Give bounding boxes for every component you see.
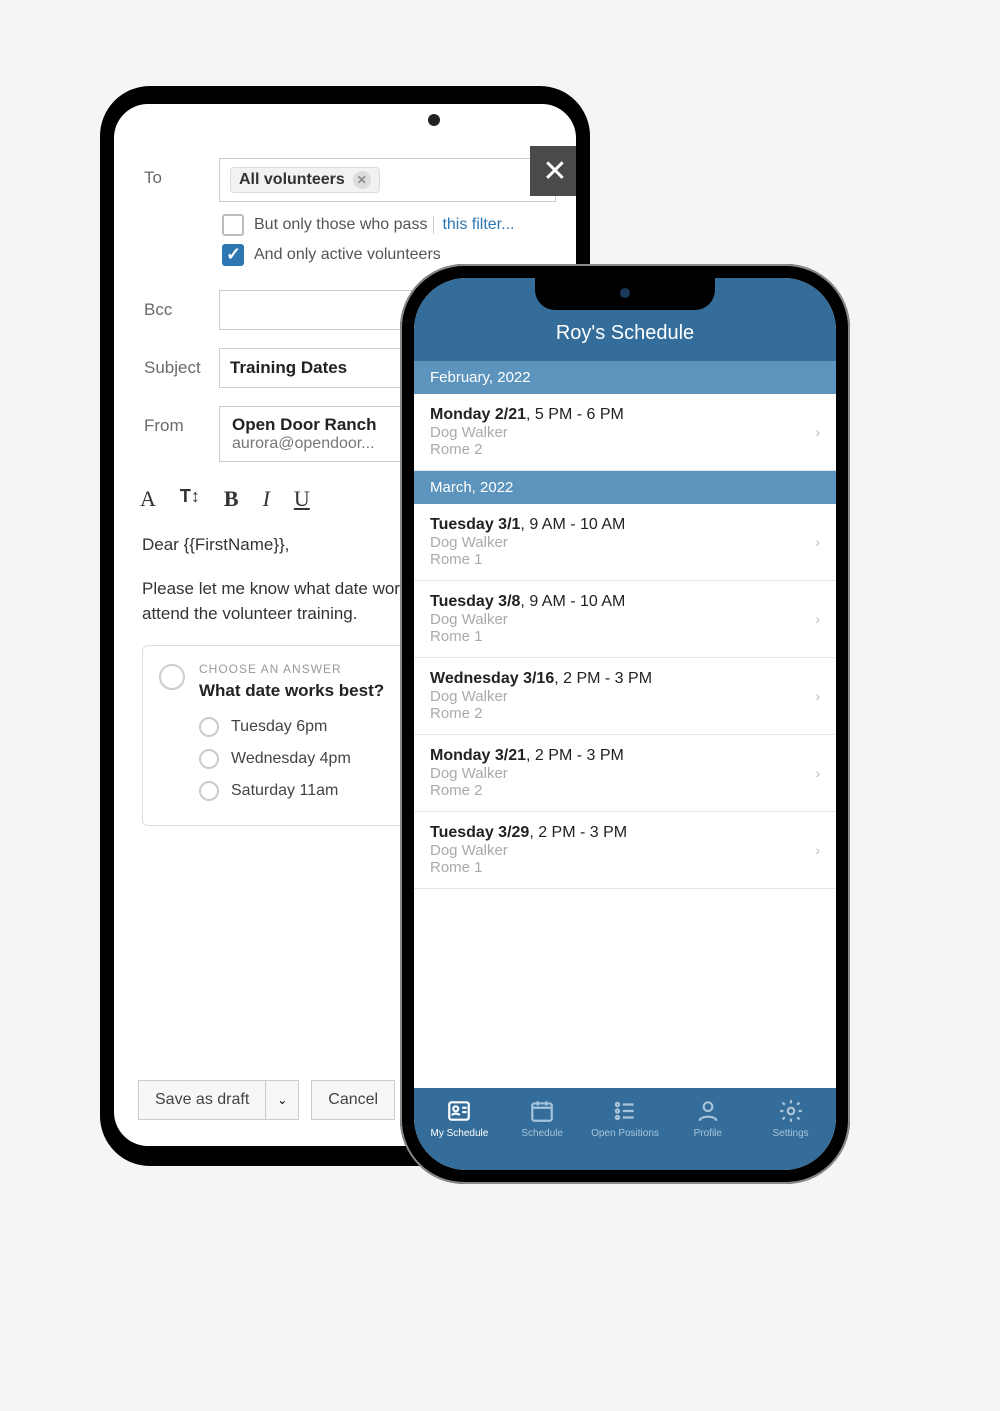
recipient-chip-label: All volunteers xyxy=(239,171,345,189)
schedule-list: February, 2022Monday 2/21, 5 PM - 6 PMDo… xyxy=(414,361,836,889)
to-field[interactable]: All volunteers ✕ xyxy=(219,158,556,202)
filter-active-text: And only active volunteers xyxy=(254,246,441,264)
gear-icon xyxy=(749,1096,832,1126)
schedule-item[interactable]: Tuesday 3/1, 9 AM - 10 AMDog WalkerRome … xyxy=(414,504,836,581)
from-label: From xyxy=(144,406,219,436)
schedule-item-room: Rome 1 xyxy=(430,628,820,645)
italic-button[interactable]: I xyxy=(263,486,270,512)
schedule-item-datetime: Monday 3/21, 2 PM - 3 PM xyxy=(430,747,820,765)
chevron-right-icon: › xyxy=(815,534,820,550)
subject-label: Subject xyxy=(144,348,219,378)
chevron-right-icon: › xyxy=(815,611,820,627)
iphone-frame: Roy's Schedule February, 2022Monday 2/21… xyxy=(400,264,850,1184)
tab-label: My Schedule xyxy=(418,1128,501,1139)
chip-remove-icon[interactable]: ✕ xyxy=(353,171,371,189)
notch xyxy=(535,278,715,310)
close-button[interactable]: ✕ xyxy=(530,146,576,196)
schedule-item-room: Rome 1 xyxy=(430,859,820,876)
schedule-item-datetime: Tuesday 3/8, 9 AM - 10 AM xyxy=(430,593,820,611)
tab-my-schedule[interactable]: My Schedule xyxy=(418,1096,501,1139)
month-header: March, 2022 xyxy=(414,471,836,504)
schedule-item[interactable]: Tuesday 3/29, 2 PM - 3 PMDog WalkerRome … xyxy=(414,812,836,889)
schedule-item-datetime: Monday 2/21, 5 PM - 6 PM xyxy=(430,406,820,424)
tab-label: Open Positions xyxy=(584,1128,667,1139)
font-size-button[interactable]: T↕ xyxy=(180,486,200,512)
recipient-chip[interactable]: All volunteers ✕ xyxy=(230,167,380,193)
schedule-item-role: Dog Walker xyxy=(430,611,820,628)
chevron-right-icon: › xyxy=(815,424,820,440)
schedule-item-room: Rome 2 xyxy=(430,705,820,722)
schedule-item-datetime: Tuesday 3/29, 2 PM - 3 PM xyxy=(430,824,820,842)
schedule-item-role: Dog Walker xyxy=(430,534,820,551)
tab-label: Schedule xyxy=(501,1128,584,1139)
poll-option-label: Saturday 11am xyxy=(231,779,338,803)
tab-bar: My Schedule Schedule Open Positions Prof… xyxy=(414,1088,836,1170)
to-label: To xyxy=(144,158,219,188)
tab-label: Profile xyxy=(666,1128,749,1139)
tab-settings[interactable]: Settings xyxy=(749,1096,832,1139)
schedule-item-room: Rome 2 xyxy=(430,441,820,458)
filter-pass-checkbox[interactable] xyxy=(222,214,244,236)
chevron-right-icon: › xyxy=(815,688,820,704)
schedule-item-role: Dog Walker xyxy=(430,765,820,782)
bold-button[interactable]: B xyxy=(224,486,239,512)
list-icon xyxy=(584,1096,667,1126)
underline-button[interactable]: U xyxy=(294,486,310,512)
chevron-right-icon: › xyxy=(815,765,820,781)
poll-icon xyxy=(159,664,185,690)
filter-pass-row: But only those who pass this filter... xyxy=(222,214,576,236)
filter-active-checkbox[interactable] xyxy=(222,244,244,266)
chevron-right-icon: › xyxy=(815,842,820,858)
chevron-down-icon: ⌄ xyxy=(277,1093,287,1107)
cancel-button[interactable]: Cancel xyxy=(311,1080,395,1120)
person-icon xyxy=(666,1096,749,1126)
to-row: To All volunteers ✕ xyxy=(114,152,576,208)
schedule-item[interactable]: Tuesday 3/8, 9 AM - 10 AMDog WalkerRome … xyxy=(414,581,836,658)
tab-open-positions[interactable]: Open Positions xyxy=(584,1096,667,1139)
contact-card-icon xyxy=(418,1096,501,1126)
poll-option-label: Wednesday 4pm xyxy=(231,747,351,771)
bcc-label: Bcc xyxy=(144,290,219,320)
radio-icon xyxy=(199,749,219,769)
schedule-item[interactable]: Monday 2/21, 5 PM - 6 PMDog WalkerRome 2… xyxy=(414,394,836,471)
tab-schedule[interactable]: Schedule xyxy=(501,1096,584,1139)
schedule-screen: Roy's Schedule February, 2022Monday 2/21… xyxy=(414,278,836,1170)
tab-profile[interactable]: Profile xyxy=(666,1096,749,1139)
poll-option-label: Tuesday 6pm xyxy=(231,715,327,739)
save-draft-caret[interactable]: ⌄ xyxy=(265,1080,299,1120)
save-draft-split-button: Save as draft ⌄ xyxy=(138,1080,299,1120)
schedule-item-room: Rome 1 xyxy=(430,551,820,568)
schedule-item-datetime: Wednesday 3/16, 2 PM - 3 PM xyxy=(430,670,820,688)
calendar-icon xyxy=(501,1096,584,1126)
close-icon: ✕ xyxy=(542,154,567,189)
tab-label: Settings xyxy=(749,1128,832,1139)
month-header: February, 2022 xyxy=(414,361,836,394)
poll-caption: CHOOSE AN ANSWER xyxy=(199,660,384,678)
schedule-item-role: Dog Walker xyxy=(430,688,820,705)
schedule-item-role: Dog Walker xyxy=(430,424,820,441)
radio-icon xyxy=(199,781,219,801)
radio-icon xyxy=(199,717,219,737)
poll-question: What date works best? xyxy=(199,678,384,704)
font-family-button[interactable]: A xyxy=(140,486,156,512)
save-draft-button[interactable]: Save as draft xyxy=(138,1080,265,1120)
schedule-item-datetime: Tuesday 3/1, 9 AM - 10 AM xyxy=(430,516,820,534)
schedule-item-room: Rome 2 xyxy=(430,782,820,799)
schedule-item[interactable]: Monday 3/21, 2 PM - 3 PMDog WalkerRome 2… xyxy=(414,735,836,812)
filter-active-row: And only active volunteers xyxy=(222,244,576,266)
filter-pass-text: But only those who pass xyxy=(254,216,427,234)
schedule-item[interactable]: Wednesday 3/16, 2 PM - 3 PMDog WalkerRom… xyxy=(414,658,836,735)
schedule-item-role: Dog Walker xyxy=(430,842,820,859)
filter-link[interactable]: this filter... xyxy=(433,216,514,234)
